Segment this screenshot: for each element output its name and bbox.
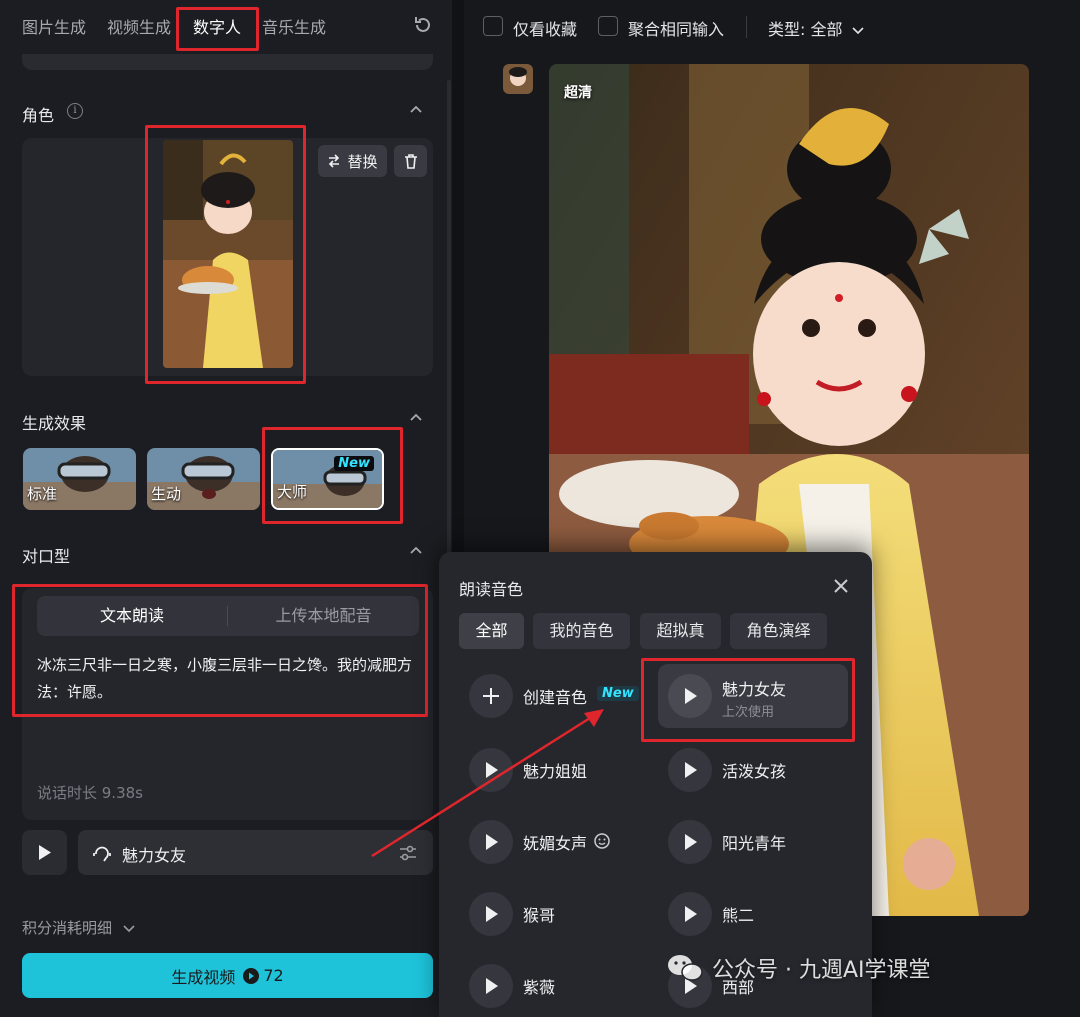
wechat-icon	[668, 955, 703, 981]
watermark-text: 公众号 · 九週AI学课堂	[712, 958, 931, 983]
watermark: 公众号 · 九週AI学课堂	[666, 952, 931, 984]
annotation-arrow	[371, 709, 604, 858]
